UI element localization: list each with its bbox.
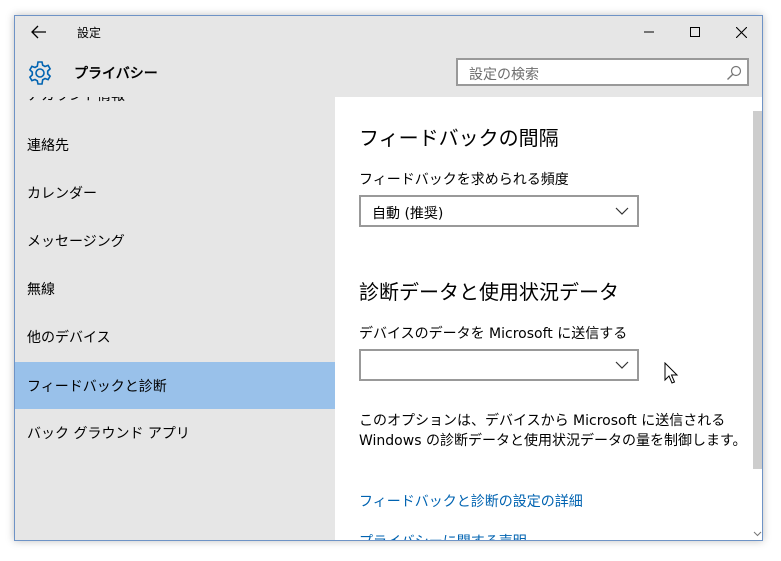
sidebar-item-label: カレンダー <box>27 186 97 202</box>
diagnostics-description-line1: このオプションは、デバイスから Microsoft に送信される <box>359 413 726 429</box>
sidebar-item-radios[interactable]: 無線 <box>15 266 335 312</box>
sidebar-item-label: 連絡先 <box>27 138 69 154</box>
sidebar-item-label: メッセージング <box>27 234 125 250</box>
sidebar-item-label: 他のデバイス <box>27 330 111 346</box>
feedback-frequency-value: 自動 (推奨) <box>372 206 444 222</box>
diagnostics-description-line2: Windows の診断データと使用状況データの量を制御します。 <box>359 433 747 449</box>
feedback-heading: フィードバックの間隔 <box>359 126 559 150</box>
title-bar: 設定 <box>15 16 762 48</box>
gear-icon <box>28 61 52 85</box>
sidebar-item-label: フィードバックと診断 <box>27 378 167 395</box>
sidebar-item-account-info[interactable]: アカウント情報 <box>15 97 335 118</box>
sidebar-item-label: バック グラウンド アプリ <box>27 426 190 442</box>
sidebar-item-calendar[interactable]: カレンダー <box>15 170 335 216</box>
feedback-settings-details-link[interactable]: フィードバックと診断の設定の詳細 <box>359 491 583 511</box>
close-button[interactable] <box>718 16 762 48</box>
mouse-cursor-icon <box>664 362 679 384</box>
back-arrow-icon <box>31 25 46 39</box>
search-placeholder: 設定の検索 <box>469 67 539 83</box>
diagnostics-label: デバイスのデータを Microsoft に送信する <box>359 326 628 342</box>
chevron-down-icon <box>615 207 629 215</box>
search-input[interactable]: 設定の検索 <box>456 58 749 86</box>
sidebar-item-feedback-diagnostics[interactable]: フィードバックと診断 <box>15 362 335 409</box>
diagnostics-heading: 診断データと使用状況データ <box>359 280 619 304</box>
main-content: フィードバックの間隔 フィードバックを求められる頻度 自動 (推奨) 診断データ… <box>335 97 750 540</box>
scroll-down-arrow-icon[interactable] <box>753 529 762 538</box>
privacy-statement-link[interactable]: プライバシーに関する声明 <box>359 531 527 540</box>
sidebar-item-contacts[interactable]: 連絡先 <box>15 122 335 168</box>
maximize-button[interactable] <box>672 16 718 48</box>
sidebar-item-label: 無線 <box>27 282 55 298</box>
page-title: プライバシー <box>74 66 158 82</box>
content-scrollbar[interactable] <box>750 97 762 540</box>
minimize-button[interactable] <box>626 16 672 48</box>
sidebar-item-other-devices[interactable]: 他のデバイス <box>15 314 335 360</box>
feedback-frequency-label: フィードバックを求められる頻度 <box>359 172 569 188</box>
chevron-down-icon <box>615 361 629 369</box>
diagnostics-dropdown[interactable] <box>359 349 639 381</box>
scrollbar-thumb[interactable] <box>753 111 762 469</box>
search-icon[interactable] <box>726 65 742 81</box>
back-button[interactable] <box>15 16 63 48</box>
window-title: 設定 <box>77 26 102 40</box>
close-icon <box>735 26 747 38</box>
feedback-frequency-dropdown[interactable]: 自動 (推奨) <box>359 195 639 227</box>
minimize-icon <box>644 31 654 33</box>
sidebar-item-background-apps[interactable]: バック グラウンド アプリ <box>15 410 335 456</box>
sidebar-item-messaging[interactable]: メッセージング <box>15 218 335 264</box>
maximize-icon <box>690 27 700 37</box>
sidebar-item-label: アカウント情報 <box>27 97 125 105</box>
settings-window: 設定 プライバシー 設定の検索 連絡先 カレンダー メッセージング 無線 他のデ… <box>14 15 763 541</box>
sidebar: アカウント情報 連絡先 カレンダー メッセージング 無線 他のデバイス フィード… <box>15 97 335 540</box>
